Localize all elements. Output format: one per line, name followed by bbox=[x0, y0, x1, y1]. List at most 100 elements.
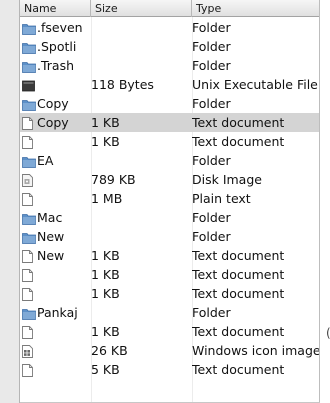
file-name: .fseven bbox=[37, 20, 83, 35]
file-name-cell bbox=[20, 170, 88, 189]
file-name-cell bbox=[20, 322, 88, 341]
folder-icon bbox=[22, 59, 36, 75]
file-size: 26 KB bbox=[91, 343, 128, 358]
file-name-cell: New bbox=[20, 246, 88, 265]
column-header-name[interactable]: Name bbox=[20, 0, 91, 17]
file-row[interactable]: 1 KB Text document bbox=[20, 322, 320, 341]
file-name-cell: .fseven bbox=[20, 18, 88, 37]
file-type: Text document bbox=[192, 248, 285, 263]
column-header: Name Size Type bbox=[20, 0, 330, 17]
file-row[interactable]: .Spotli Folder bbox=[20, 37, 320, 56]
file-name: Pankaj bbox=[37, 305, 78, 320]
file-type: Folder bbox=[192, 39, 231, 54]
file-size: 1 MB bbox=[91, 191, 123, 206]
file-name-cell: Copy bbox=[20, 94, 88, 113]
column-header-type[interactable]: Type bbox=[192, 0, 330, 17]
file-name-cell: EA bbox=[20, 151, 88, 170]
folder-icon bbox=[22, 97, 36, 113]
finder-list-view: Name Size Type .fseven Folder .Spotli Folde… bbox=[0, 0, 330, 403]
file-name-cell bbox=[20, 189, 88, 208]
vertical-scrollbar[interactable] bbox=[319, 0, 330, 403]
file-name-cell: New bbox=[20, 227, 88, 246]
folder-icon bbox=[22, 40, 36, 56]
document-icon bbox=[22, 135, 33, 151]
file-size bbox=[91, 18, 189, 37]
file-type: Folder bbox=[192, 229, 231, 244]
file-name: New bbox=[37, 248, 65, 263]
file-name-cell bbox=[20, 284, 88, 303]
file-name-cell bbox=[20, 265, 88, 284]
file-row[interactable]: Copy Folder bbox=[20, 94, 320, 113]
file-row[interactable]: EA Folder bbox=[20, 151, 320, 170]
file-row[interactable]: 789 KB Disk Image bbox=[20, 170, 320, 189]
document-icon bbox=[22, 192, 33, 208]
file-row[interactable]: Copy 1 KB Text document bbox=[20, 113, 320, 132]
file-name-cell: Pankaj bbox=[20, 303, 88, 322]
left-gutter bbox=[0, 0, 20, 403]
file-type: Folder bbox=[192, 58, 231, 73]
file-size: 1 KB bbox=[91, 324, 120, 339]
clipped-text: ( bbox=[326, 326, 330, 340]
file-name-cell bbox=[20, 341, 88, 360]
file-name: .Spotli bbox=[37, 39, 77, 54]
file-size: 1 KB bbox=[91, 134, 120, 149]
file-size bbox=[91, 227, 189, 246]
file-name-cell bbox=[20, 360, 88, 379]
file-type: Unix Executable File bbox=[192, 77, 318, 92]
file-size bbox=[91, 208, 189, 227]
file-name-cell bbox=[20, 75, 88, 94]
file-row[interactable]: 1 MB Plain text bbox=[20, 189, 320, 208]
file-size: 1 KB bbox=[91, 115, 120, 130]
file-row[interactable]: 1 KB Text document bbox=[20, 265, 320, 284]
file-type: Text document bbox=[192, 324, 285, 339]
file-name: Mac bbox=[37, 210, 63, 225]
file-size: 118 Bytes bbox=[91, 77, 154, 92]
file-name: New bbox=[37, 229, 65, 244]
file-row[interactable]: .Trash Folder bbox=[20, 56, 320, 75]
file-type: Text document bbox=[192, 267, 285, 282]
file-row[interactable]: New Folder bbox=[20, 227, 320, 246]
file-type: Folder bbox=[192, 20, 231, 35]
disk-image-icon bbox=[22, 173, 33, 189]
file-size bbox=[91, 94, 189, 113]
file-row[interactable]: 1 KB Text document bbox=[20, 132, 320, 151]
file-row[interactable]: 5 KB Text document bbox=[20, 360, 320, 379]
file-type: Windows icon image bbox=[192, 343, 321, 358]
folder-icon bbox=[22, 211, 36, 227]
file-type: Plain text bbox=[192, 191, 251, 206]
file-size bbox=[91, 56, 189, 75]
file-row[interactable]: 26 KB Windows icon image bbox=[20, 341, 321, 360]
file-row[interactable]: .fseven Folder bbox=[20, 18, 320, 37]
file-row[interactable]: New 1 KB Text document bbox=[20, 246, 320, 265]
column-header-size[interactable]: Size bbox=[91, 0, 192, 17]
file-row[interactable]: 118 Bytes Unix Executable File bbox=[20, 75, 320, 94]
file-size bbox=[91, 151, 189, 170]
file-name: Copy bbox=[37, 96, 69, 111]
file-name: EA bbox=[37, 153, 54, 168]
document-icon bbox=[22, 363, 33, 379]
file-type: Text document bbox=[192, 115, 285, 130]
file-type: Text document bbox=[192, 362, 285, 377]
unix-executable-icon bbox=[22, 78, 35, 94]
file-size: 1 KB bbox=[91, 267, 120, 282]
file-list: .fseven Folder .Spotli Folder .Trash Folder 11… bbox=[20, 18, 321, 379]
file-size: 1 KB bbox=[91, 286, 120, 301]
file-name-cell: .Spotli bbox=[20, 37, 88, 56]
file-row[interactable]: 1 KB Text document bbox=[20, 284, 320, 303]
folder-icon bbox=[22, 230, 36, 246]
file-size bbox=[91, 37, 189, 56]
folder-icon bbox=[22, 154, 36, 170]
windows-icon-image-icon bbox=[22, 344, 33, 360]
file-row[interactable]: Pankaj Folder bbox=[20, 303, 320, 322]
file-name-cell bbox=[20, 132, 88, 151]
file-row[interactable]: Mac Folder bbox=[20, 208, 320, 227]
file-type: Text document bbox=[192, 286, 285, 301]
folder-icon bbox=[22, 21, 36, 37]
document-icon bbox=[22, 287, 33, 303]
file-type: Folder bbox=[192, 305, 231, 320]
file-type: Folder bbox=[192, 153, 231, 168]
file-type: Folder bbox=[192, 96, 231, 111]
file-size: 789 KB bbox=[91, 172, 136, 187]
file-type: Disk Image bbox=[192, 172, 262, 187]
file-type: Text document bbox=[192, 134, 285, 149]
